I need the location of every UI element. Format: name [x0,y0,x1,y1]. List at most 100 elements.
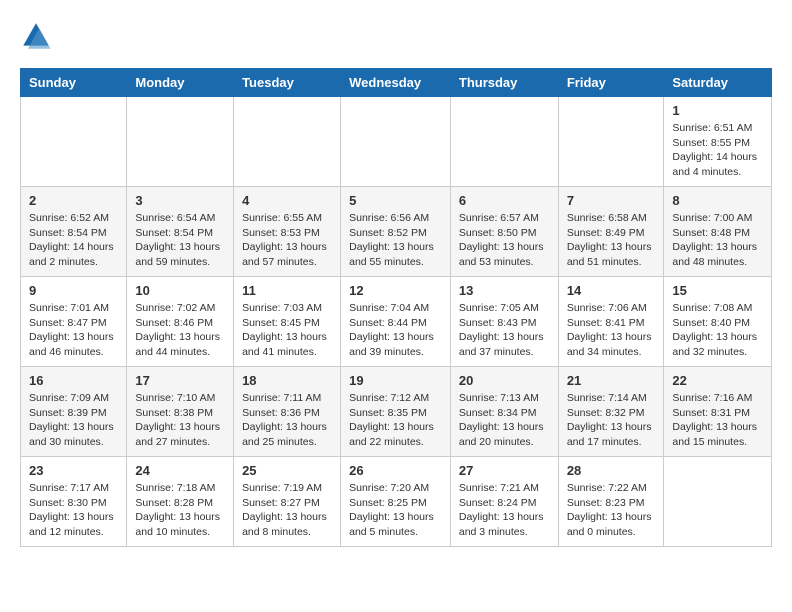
day-number: 19 [349,373,442,388]
day-number: 7 [567,193,656,208]
calendar-cell: 5 Sunrise: 6:56 AM Sunset: 8:52 PM Daylig… [341,187,451,277]
day-info: Sunrise: 7:08 AM Sunset: 8:40 PM Dayligh… [672,301,763,360]
day-info: Sunrise: 6:57 AM Sunset: 8:50 PM Dayligh… [459,211,550,270]
day-info: Sunrise: 7:18 AM Sunset: 8:28 PM Dayligh… [135,481,225,540]
day-info: Sunrise: 6:54 AM Sunset: 8:54 PM Dayligh… [135,211,225,270]
calendar-cell: 16 Sunrise: 7:09 AM Sunset: 8:39 PM Dayli… [21,367,127,457]
calendar-cell [127,97,234,187]
day-info: Sunrise: 7:22 AM Sunset: 8:23 PM Dayligh… [567,481,656,540]
day-number: 4 [242,193,332,208]
day-number: 26 [349,463,442,478]
day-number: 1 [672,103,763,118]
day-info: Sunrise: 7:04 AM Sunset: 8:44 PM Dayligh… [349,301,442,360]
calendar-week-1: 2 Sunrise: 6:52 AM Sunset: 8:54 PM Daylig… [21,187,772,277]
calendar-cell: 7 Sunrise: 6:58 AM Sunset: 8:49 PM Daylig… [558,187,664,277]
calendar-week-4: 23 Sunrise: 7:17 AM Sunset: 8:30 PM Dayli… [21,457,772,547]
day-header-thursday: Thursday [450,69,558,97]
logo [20,20,56,52]
day-number: 27 [459,463,550,478]
day-header-sunday: Sunday [21,69,127,97]
calendar-week-0: 1 Sunrise: 6:51 AM Sunset: 8:55 PM Daylig… [21,97,772,187]
calendar-cell [664,457,772,547]
day-number: 15 [672,283,763,298]
calendar-cell [450,97,558,187]
day-info: Sunrise: 7:21 AM Sunset: 8:24 PM Dayligh… [459,481,550,540]
day-info: Sunrise: 7:09 AM Sunset: 8:39 PM Dayligh… [29,391,118,450]
day-info: Sunrise: 7:20 AM Sunset: 8:25 PM Dayligh… [349,481,442,540]
day-number: 22 [672,373,763,388]
day-number: 6 [459,193,550,208]
day-header-monday: Monday [127,69,234,97]
calendar-cell: 1 Sunrise: 6:51 AM Sunset: 8:55 PM Daylig… [664,97,772,187]
day-header-wednesday: Wednesday [341,69,451,97]
calendar-cell: 3 Sunrise: 6:54 AM Sunset: 8:54 PM Daylig… [127,187,234,277]
day-number: 11 [242,283,332,298]
day-info: Sunrise: 7:10 AM Sunset: 8:38 PM Dayligh… [135,391,225,450]
day-info: Sunrise: 7:19 AM Sunset: 8:27 PM Dayligh… [242,481,332,540]
day-number: 13 [459,283,550,298]
day-number: 21 [567,373,656,388]
day-number: 12 [349,283,442,298]
day-number: 8 [672,193,763,208]
day-number: 10 [135,283,225,298]
calendar-cell: 2 Sunrise: 6:52 AM Sunset: 8:54 PM Daylig… [21,187,127,277]
day-info: Sunrise: 7:01 AM Sunset: 8:47 PM Dayligh… [29,301,118,360]
calendar-cell: 15 Sunrise: 7:08 AM Sunset: 8:40 PM Dayli… [664,277,772,367]
calendar-cell [234,97,341,187]
page-header [20,20,772,52]
calendar-cell: 12 Sunrise: 7:04 AM Sunset: 8:44 PM Dayli… [341,277,451,367]
day-number: 3 [135,193,225,208]
day-header-tuesday: Tuesday [234,69,341,97]
day-number: 28 [567,463,656,478]
calendar-week-3: 16 Sunrise: 7:09 AM Sunset: 8:39 PM Dayli… [21,367,772,457]
day-number: 5 [349,193,442,208]
day-number: 17 [135,373,225,388]
logo-icon [20,20,52,52]
day-number: 24 [135,463,225,478]
day-info: Sunrise: 7:00 AM Sunset: 8:48 PM Dayligh… [672,211,763,270]
calendar-cell: 8 Sunrise: 7:00 AM Sunset: 8:48 PM Daylig… [664,187,772,277]
calendar-cell: 27 Sunrise: 7:21 AM Sunset: 8:24 PM Dayli… [450,457,558,547]
calendar-cell: 11 Sunrise: 7:03 AM Sunset: 8:45 PM Dayli… [234,277,341,367]
calendar-header-row: SundayMondayTuesdayWednesdayThursdayFrid… [21,69,772,97]
day-number: 23 [29,463,118,478]
day-info: Sunrise: 7:11 AM Sunset: 8:36 PM Dayligh… [242,391,332,450]
day-number: 9 [29,283,118,298]
day-number: 20 [459,373,550,388]
calendar-week-2: 9 Sunrise: 7:01 AM Sunset: 8:47 PM Daylig… [21,277,772,367]
day-number: 14 [567,283,656,298]
day-number: 18 [242,373,332,388]
day-info: Sunrise: 7:05 AM Sunset: 8:43 PM Dayligh… [459,301,550,360]
calendar-table: SundayMondayTuesdayWednesdayThursdayFrid… [20,68,772,547]
calendar-cell: 18 Sunrise: 7:11 AM Sunset: 8:36 PM Dayli… [234,367,341,457]
day-info: Sunrise: 7:02 AM Sunset: 8:46 PM Dayligh… [135,301,225,360]
calendar-cell [341,97,451,187]
day-info: Sunrise: 7:12 AM Sunset: 8:35 PM Dayligh… [349,391,442,450]
day-info: Sunrise: 6:56 AM Sunset: 8:52 PM Dayligh… [349,211,442,270]
calendar-cell: 13 Sunrise: 7:05 AM Sunset: 8:43 PM Dayli… [450,277,558,367]
day-info: Sunrise: 6:52 AM Sunset: 8:54 PM Dayligh… [29,211,118,270]
calendar-cell: 19 Sunrise: 7:12 AM Sunset: 8:35 PM Dayli… [341,367,451,457]
day-header-friday: Friday [558,69,664,97]
calendar-cell [21,97,127,187]
day-header-saturday: Saturday [664,69,772,97]
day-info: Sunrise: 6:51 AM Sunset: 8:55 PM Dayligh… [672,121,763,180]
day-number: 16 [29,373,118,388]
day-info: Sunrise: 7:17 AM Sunset: 8:30 PM Dayligh… [29,481,118,540]
calendar-cell: 10 Sunrise: 7:02 AM Sunset: 8:46 PM Dayli… [127,277,234,367]
day-number: 2 [29,193,118,208]
day-info: Sunrise: 6:58 AM Sunset: 8:49 PM Dayligh… [567,211,656,270]
calendar-cell: 23 Sunrise: 7:17 AM Sunset: 8:30 PM Dayli… [21,457,127,547]
calendar-cell: 9 Sunrise: 7:01 AM Sunset: 8:47 PM Daylig… [21,277,127,367]
day-info: Sunrise: 7:14 AM Sunset: 8:32 PM Dayligh… [567,391,656,450]
calendar-cell: 4Sunrise: 6:55 AM Sunset: 8:53 PM Daylig… [234,187,341,277]
calendar-cell: 24 Sunrise: 7:18 AM Sunset: 8:28 PM Dayli… [127,457,234,547]
day-info: Sunrise: 7:03 AM Sunset: 8:45 PM Dayligh… [242,301,332,360]
day-info: Sunrise: 7:13 AM Sunset: 8:34 PM Dayligh… [459,391,550,450]
calendar-cell [558,97,664,187]
calendar-cell: 25Sunrise: 7:19 AM Sunset: 8:27 PM Dayli… [234,457,341,547]
day-info: Sunrise: 7:16 AM Sunset: 8:31 PM Dayligh… [672,391,763,450]
calendar-cell: 14Sunrise: 7:06 AM Sunset: 8:41 PM Dayli… [558,277,664,367]
calendar-cell: 6 Sunrise: 6:57 AM Sunset: 8:50 PM Daylig… [450,187,558,277]
calendar-cell: 28 Sunrise: 7:22 AM Sunset: 8:23 PM Dayli… [558,457,664,547]
